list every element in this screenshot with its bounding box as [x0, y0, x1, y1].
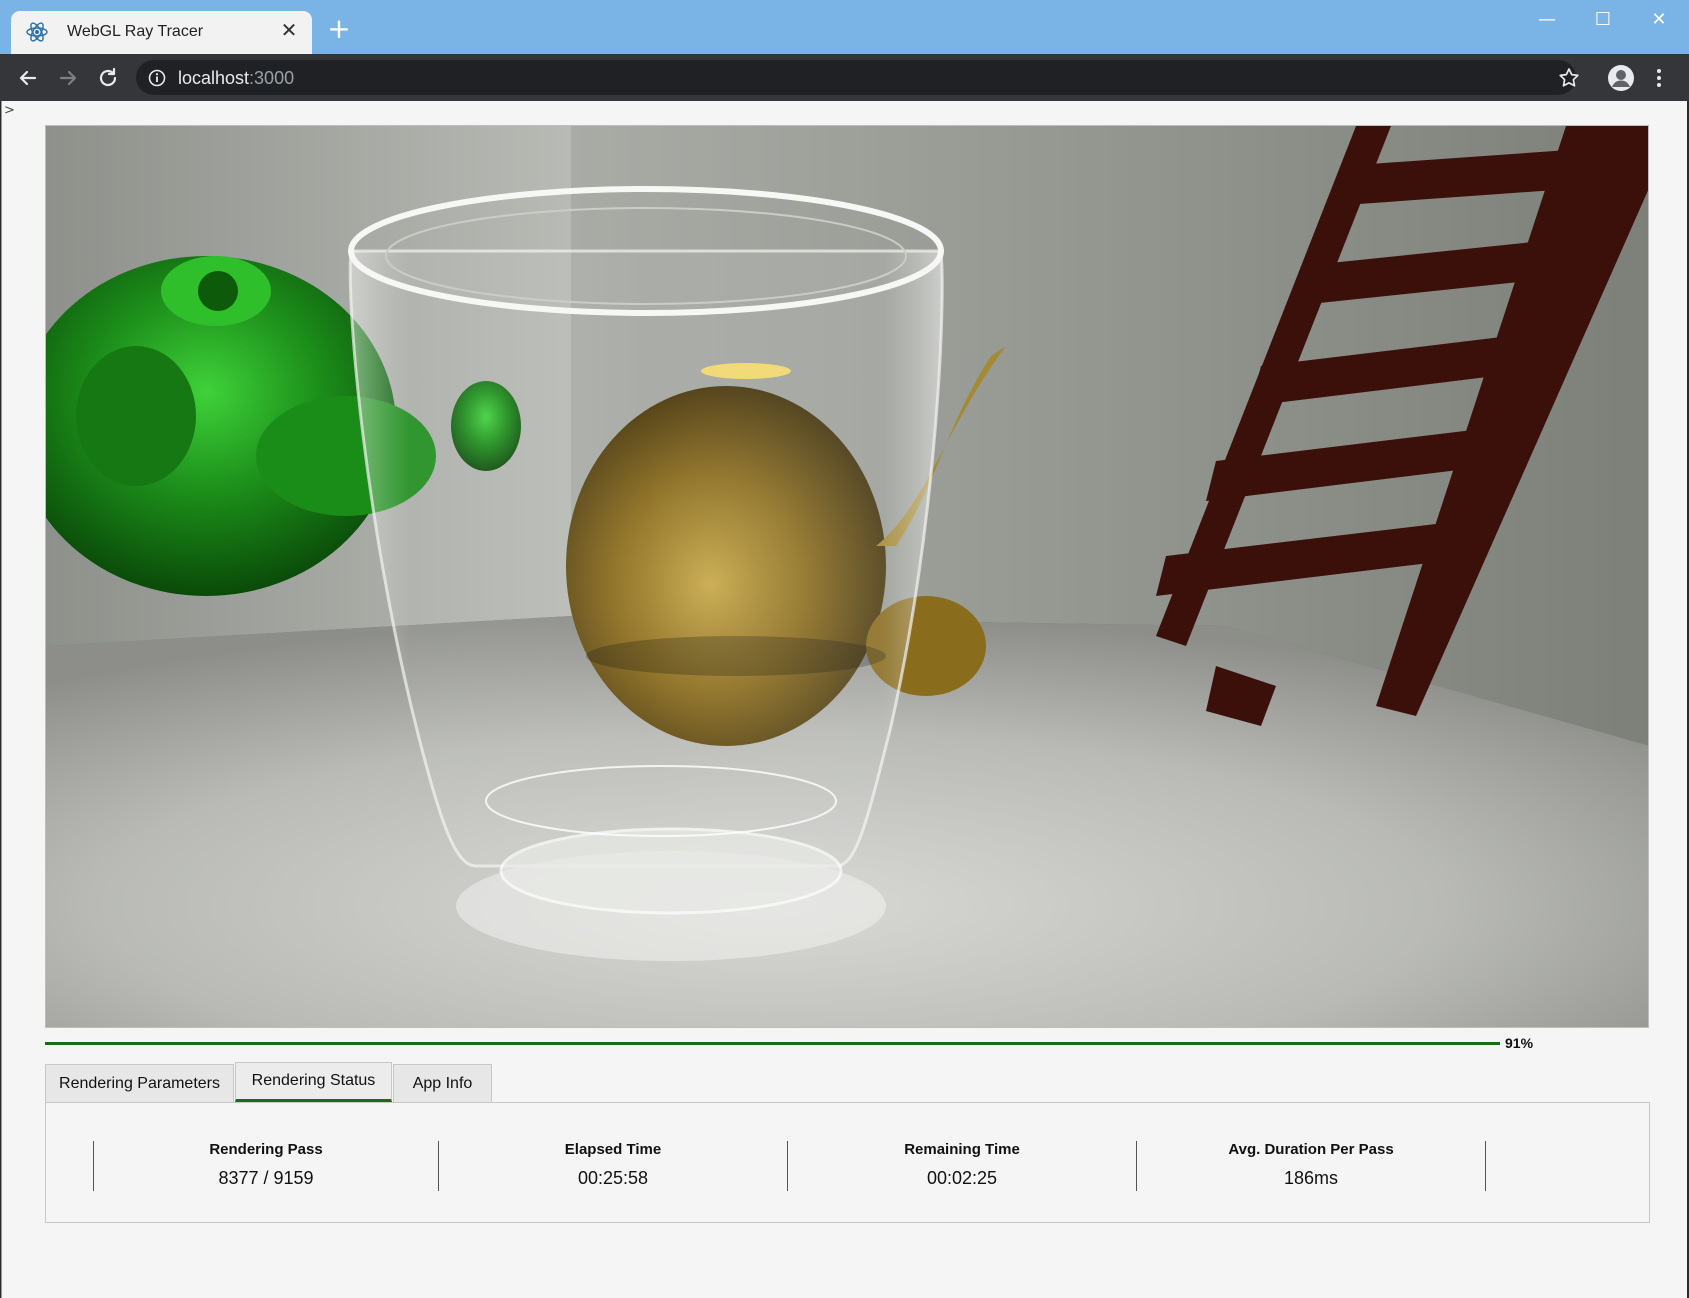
maximize-icon[interactable]: ☐ [1583, 8, 1623, 32]
stat-remaining-time: Remaining Time 00:02:25 [788, 1141, 1136, 1191]
rendering-status-panel: Rendering Pass 8377 / 9159 Elapsed Time … [45, 1102, 1650, 1223]
stat-avg-duration: Avg. Duration Per Pass 186ms [1137, 1141, 1485, 1191]
stat-separator [1485, 1141, 1486, 1191]
render-canvas[interactable] [45, 125, 1649, 1028]
tab-rendering-parameters[interactable]: Rendering Parameters [45, 1064, 234, 1102]
stat-label: Remaining Time [904, 1141, 1020, 1158]
minimize-icon[interactable]: — [1527, 8, 1567, 32]
render-progress-bar [45, 1042, 1500, 1045]
kebab-menu-icon[interactable] [1653, 66, 1665, 90]
page-content: > 91% Rendering Parameters Rendering Sta… [1, 101, 1687, 1298]
reload-icon[interactable] [95, 65, 121, 91]
stat-value: 8377 / 9159 [218, 1168, 314, 1188]
stat-label: Elapsed Time [564, 1141, 662, 1158]
browser-tab[interactable]: WebGL Ray Tracer ✕ [11, 11, 312, 54]
close-icon[interactable]: ✕ [278, 20, 300, 42]
bookmark-star-icon[interactable] [1557, 66, 1581, 90]
stat-label: Avg. Duration Per Pass [1228, 1141, 1394, 1158]
stat-elapsed-time: Elapsed Time 00:25:58 [439, 1141, 787, 1191]
forward-arrow-icon[interactable] [55, 65, 81, 91]
tab-rendering-status[interactable]: Rendering Status [235, 1062, 392, 1102]
back-arrow-icon[interactable] [15, 65, 41, 91]
address-bar[interactable]: localhost:3000 [136, 60, 1576, 95]
stat-value: 186ms [1283, 1168, 1339, 1188]
stat-value: 00:02:25 [926, 1168, 998, 1188]
url-port: :3000 [249, 68, 295, 88]
stat-rendering-pass: Rendering Pass 8377 / 9159 [94, 1141, 438, 1191]
plus-icon[interactable]: + [326, 15, 352, 43]
profile-avatar-icon[interactable] [1607, 64, 1635, 92]
tab-app-info[interactable]: App Info [393, 1064, 492, 1102]
tab-title: WebGL Ray Tracer [67, 23, 204, 40]
browser-titlebar: WebGL Ray Tracer ✕ + — ☐ ✕ [0, 0, 1689, 54]
stat-value: 00:25:58 [577, 1168, 649, 1188]
url-text[interactable]: localhost:3000 [178, 68, 294, 89]
react-atom-icon [26, 22, 48, 42]
stat-label: Rendering Pass [209, 1141, 323, 1158]
url-host: localhost [178, 68, 250, 88]
caret-icon: > [4, 103, 15, 118]
window-close-icon[interactable]: ✕ [1639, 8, 1679, 32]
render-progress-label: 91% [1505, 1035, 1534, 1051]
info-icon[interactable] [148, 69, 166, 87]
browser-toolbar: localhost:3000 [0, 54, 1689, 101]
